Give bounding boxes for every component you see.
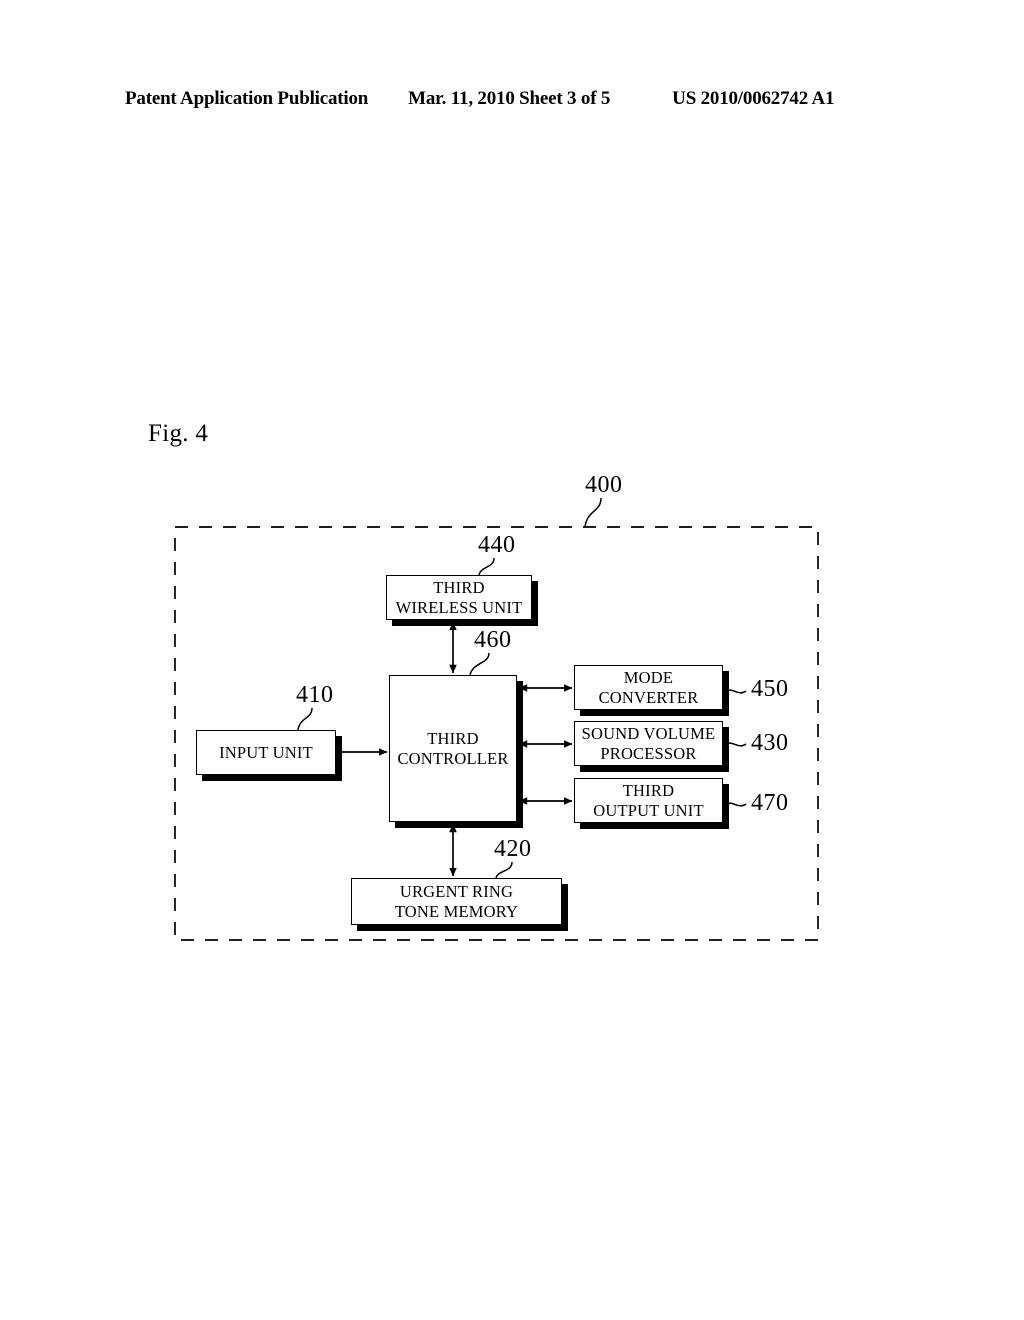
leader-line-410 [297,707,313,731]
block-label-third-wireless-unit-line1: THIRD [433,578,485,598]
ref-numeral-410: 410 [296,682,334,708]
block-mode-converter[interactable]: MODE CONVERTER [574,665,723,710]
ref-numeral-450: 450 [751,676,789,702]
ref-numeral-460: 460 [474,627,512,653]
block-third-controller[interactable]: THIRD CONTROLLER [389,675,517,822]
block-label-urgent-ring-tone-memory-line1: URGENT RING [399,882,514,902]
block-label-third-output-unit-line2: OUTPUT UNIT [593,800,704,820]
block-label-sound-volume-processor-line2: PROCESSOR [600,743,697,763]
block-label-sound-volume-processor-line1: SOUND VOLUME [581,724,716,744]
block-third-wireless-unit[interactable]: THIRD WIRELESS UNIT [386,575,532,620]
block-input-unit[interactable]: INPUT UNIT [196,730,336,775]
leader-line-420 [495,861,513,879]
ref-numeral-420: 420 [494,836,532,862]
leader-line-460 [469,652,490,676]
block-third-output-unit[interactable]: THIRD OUTPUT UNIT [574,778,723,823]
block-urgent-ring-tone-memory[interactable]: URGENT RING TONE MEMORY [351,878,562,925]
block-label-third-controller-line1: THIRD [427,729,479,749]
block-label-mode-converter-line2: CONVERTER [598,687,699,707]
ref-numeral-400: 400 [585,472,623,498]
ref-numeral-430: 430 [751,730,789,756]
block-label-third-output-unit-line1: THIRD [622,781,675,801]
block-label-input-unit: INPUT UNIT [219,742,313,762]
ref-numeral-440: 440 [478,532,516,558]
leader-line-440 [478,557,495,576]
block-label-third-wireless-unit-line2: WIRELESS UNIT [395,597,523,617]
block-sound-volume-processor[interactable]: SOUND VOLUME PROCESSOR [574,721,723,766]
block-label-third-controller-line2: CONTROLLER [397,748,509,768]
ref-numeral-470: 470 [751,790,789,816]
leader-line-400 [584,497,602,528]
figure-diagram [174,497,819,941]
block-label-mode-converter-line1: MODE [623,668,674,688]
block-label-urgent-ring-tone-memory-line2: TONE MEMORY [394,901,519,921]
